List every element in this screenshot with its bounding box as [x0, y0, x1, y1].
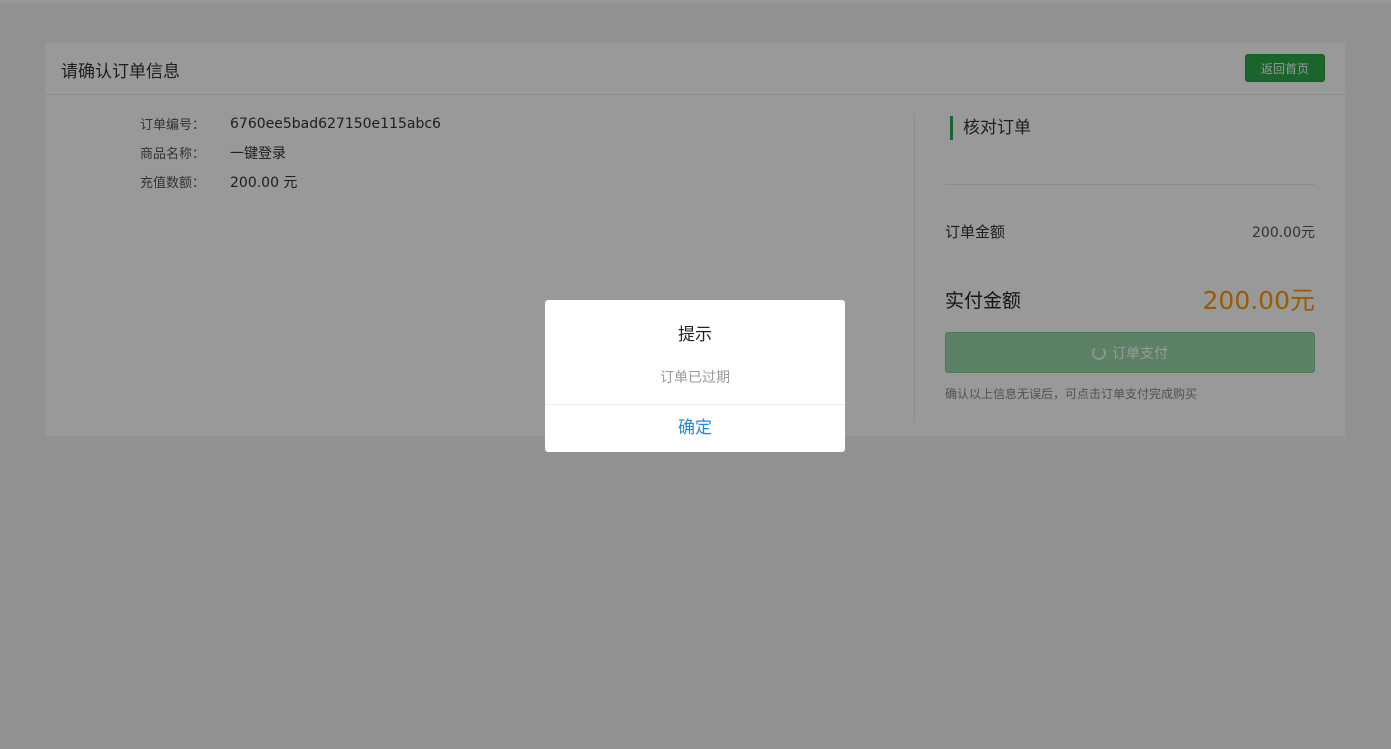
dialog-message: 订单已过期	[660, 370, 730, 386]
alert-dialog: 提示 订单已过期 确定	[545, 300, 845, 452]
confirm-button[interactable]: 确定	[545, 405, 845, 452]
dialog-title: 提示	[678, 325, 712, 345]
